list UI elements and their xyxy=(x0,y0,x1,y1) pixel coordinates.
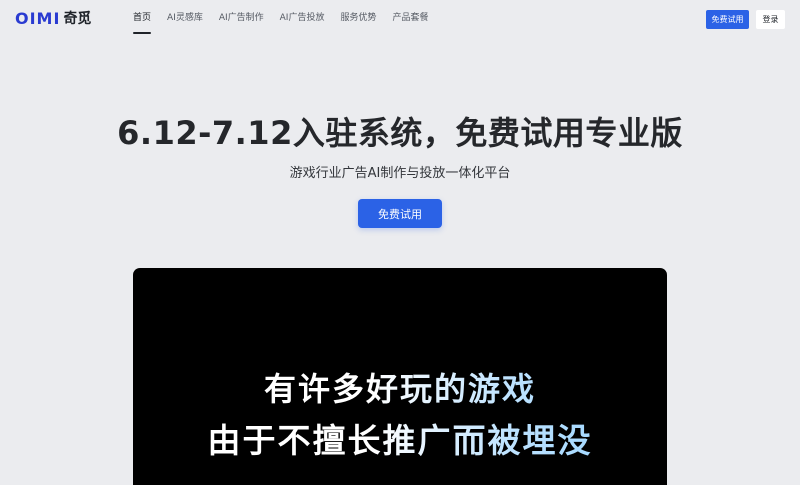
top-header: OIMI 奇觅 首页 AI灵感库 AI广告制作 AI广告投放 服务优势 产品套餐… xyxy=(0,0,800,38)
brand-logo[interactable]: OIMI 奇觅 xyxy=(15,8,91,28)
logo-text: 奇觅 xyxy=(63,11,92,27)
hero-title: 6.12-7.12入驻系统，免费试用专业版 xyxy=(117,114,683,152)
hero-subtitle: 游戏行业广告AI制作与投放一体化平台 xyxy=(289,166,511,181)
nav-item-service-advantages[interactable]: 服务优势 xyxy=(340,0,376,36)
nav-item-ai-ad-production[interactable]: AI广告制作 xyxy=(219,0,264,36)
page: OIMI 奇觅 首页 AI灵感库 AI广告制作 AI广告投放 服务优势 产品套餐… xyxy=(0,0,800,485)
main-nav: 首页 AI灵感库 AI广告制作 AI广告投放 服务优势 产品套餐 xyxy=(133,0,444,38)
login-button[interactable]: 登录 xyxy=(756,10,785,29)
nav-item-product-plans[interactable]: 产品套餐 xyxy=(392,0,428,36)
nav-item-home[interactable]: 首页 xyxy=(133,0,152,36)
video-caption-line-2: 由于不擅长推广而被埋没 xyxy=(133,414,667,462)
free-trial-button-header[interactable]: 免费试用 xyxy=(706,10,749,29)
logo-mark: OIMI xyxy=(15,8,61,28)
video-caption-line-1: 有许多好玩的游戏 xyxy=(133,364,667,410)
nav-item-ai-ad-delivery[interactable]: AI广告投放 xyxy=(280,0,325,36)
nav-item-ai-inspiration[interactable]: AI灵感库 xyxy=(167,0,203,36)
free-trial-button-hero[interactable]: 免费试用 xyxy=(358,199,442,228)
promo-video-panel[interactable]: 有许多好玩的游戏 由于不擅长推广而被埋没 xyxy=(133,268,667,485)
